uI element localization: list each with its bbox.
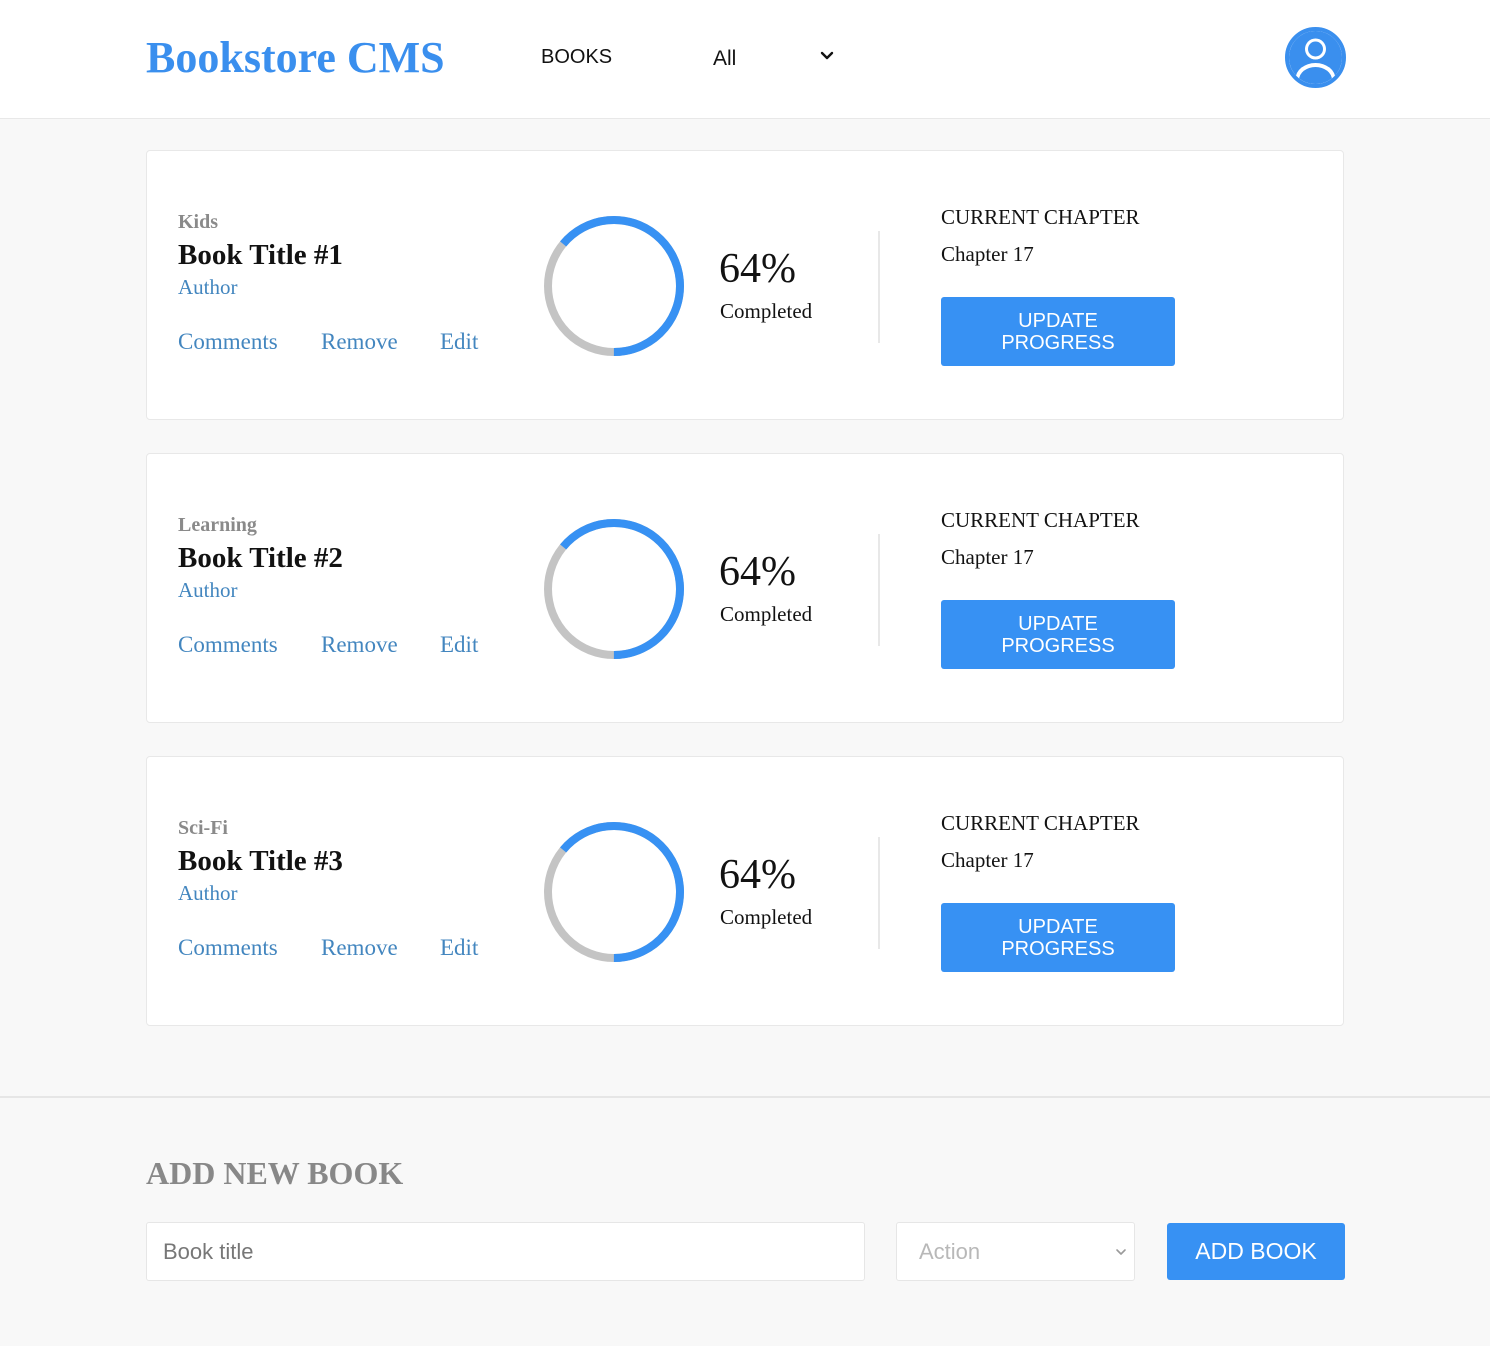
progress-ring-fill [544, 822, 684, 962]
update-progress-label: UPDATE PROGRESS [1001, 915, 1115, 960]
current-chapter-label: CURRENT CHAPTER [941, 508, 1140, 532]
book-title: Book Title #1 [178, 239, 343, 271]
update-progress-label: UPDATE PROGRESS [1001, 309, 1115, 354]
book-card: Learning Book Title #2 Author Comments Remov… [146, 453, 1344, 723]
category-filter-value: All [713, 47, 737, 70]
progress-percent: 64% [719, 549, 796, 595]
card-divider [878, 231, 880, 343]
remove-button[interactable]: Remove [321, 935, 398, 961]
card-divider [878, 837, 880, 949]
progress-completed-label: Completed [720, 602, 813, 626]
progress-completed-label: Completed [720, 905, 813, 929]
book-author[interactable]: Author [178, 578, 238, 603]
edit-button[interactable]: Edit [440, 935, 478, 961]
update-progress-button[interactable]: UPDATE PROGRESS [941, 903, 1175, 972]
progress-percent: 64% [719, 246, 796, 292]
form-separator [0, 1096, 1490, 1098]
edit-button[interactable]: Edit [440, 632, 478, 658]
category-filter[interactable]: All [713, 44, 843, 74]
book-title: Book Title #2 [178, 542, 343, 574]
logo[interactable]: Bookstore CMS [146, 30, 445, 86]
update-progress-button[interactable]: UPDATE PROGRESS [941, 600, 1175, 669]
progress-ring [544, 822, 684, 962]
progress-ring-fill [544, 216, 684, 356]
book-card: Sci-Fi Book Title #3 Author Comments Remove E… [146, 756, 1344, 1026]
current-chapter-value: Chapter 17 [941, 242, 1034, 266]
header: Bookstore CMS BOOKS All [0, 0, 1490, 119]
nav-books-link[interactable]: BOOKS [541, 46, 612, 69]
update-progress-button[interactable]: UPDATE PROGRESS [941, 297, 1175, 366]
remove-button[interactable]: Remove [321, 329, 398, 355]
progress-ring [544, 216, 684, 356]
current-chapter-label: CURRENT CHAPTER [941, 205, 1140, 229]
add-book-heading: ADD NEW BOOK [146, 1155, 404, 1191]
comments-button[interactable]: Comments [178, 935, 278, 961]
remove-button[interactable]: Remove [321, 632, 398, 658]
chevron-down-icon [1116, 1249, 1126, 1255]
book-card: Kids Book Title #1 Author Comments Remove Edi… [146, 150, 1344, 420]
comments-button[interactable]: Comments [178, 632, 278, 658]
book-title: Book Title #3 [178, 845, 343, 877]
book-genre: Learning [178, 514, 257, 536]
progress-ring-fill [544, 519, 684, 659]
book-genre: Sci-Fi [178, 817, 228, 839]
book-title-input[interactable] [146, 1222, 865, 1281]
current-chapter-value: Chapter 17 [941, 545, 1034, 569]
progress-percent: 64% [719, 852, 796, 898]
category-select[interactable]: Action [896, 1222, 1135, 1281]
add-book-button[interactable]: ADD BOOK [1167, 1223, 1345, 1280]
comments-button[interactable]: Comments [178, 329, 278, 355]
book-genre: Kids [178, 211, 219, 233]
current-chapter-label: CURRENT CHAPTER [941, 811, 1140, 835]
update-progress-label: UPDATE PROGRESS [1001, 612, 1115, 657]
card-divider [878, 534, 880, 646]
book-author[interactable]: Author [178, 881, 238, 906]
progress-ring [544, 519, 684, 659]
category-select-value: Action [919, 1239, 981, 1264]
book-author[interactable]: Author [178, 275, 238, 300]
progress-completed-label: Completed [720, 299, 813, 323]
current-chapter-value: Chapter 17 [941, 848, 1034, 872]
user-circle-icon[interactable] [1285, 27, 1346, 88]
edit-button[interactable]: Edit [440, 329, 478, 355]
chevron-down-icon [820, 51, 834, 60]
